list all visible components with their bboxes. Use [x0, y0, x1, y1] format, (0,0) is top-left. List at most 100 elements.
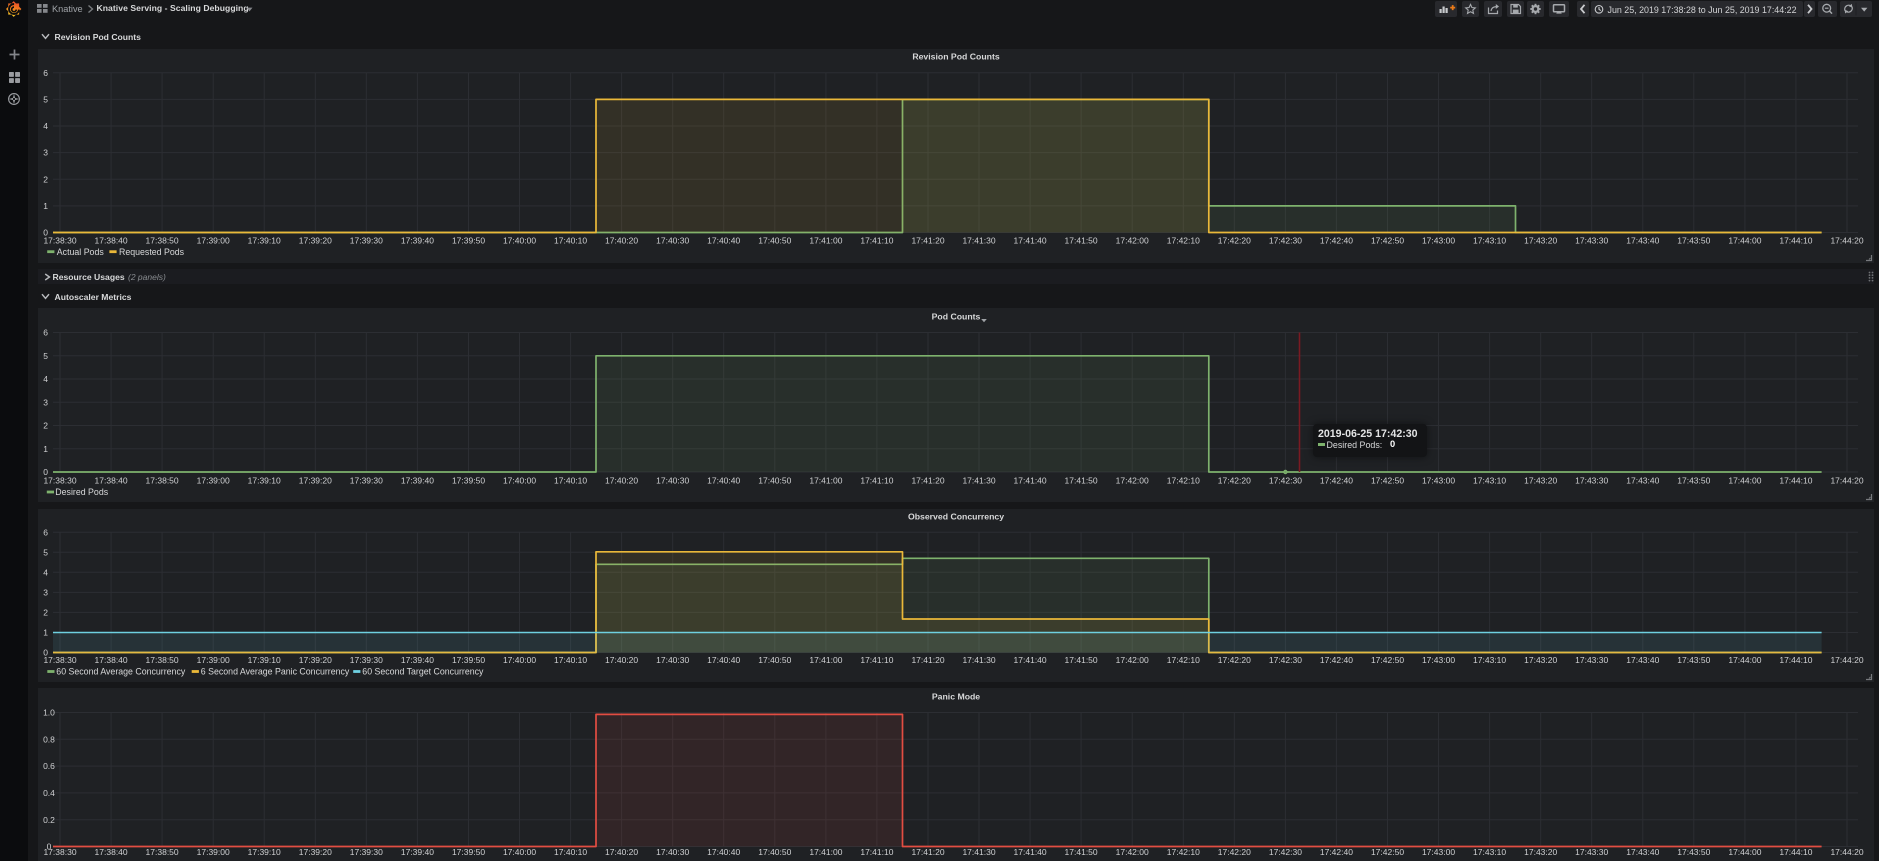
svg-text:17:42:30: 17:42:30: [1269, 655, 1302, 665]
svg-text:17:40:40: 17:40:40: [707, 476, 740, 486]
svg-text:17:44:10: 17:44:10: [1779, 476, 1812, 486]
svg-text:17:39:40: 17:39:40: [401, 476, 434, 486]
svg-text:Observed Concurrency: Observed Concurrency: [908, 512, 1004, 522]
svg-text:17:41:10: 17:41:10: [860, 847, 893, 857]
svg-text:17:40:20: 17:40:20: [605, 847, 638, 857]
svg-text:17:44:00: 17:44:00: [1728, 655, 1761, 665]
svg-text:17:39:10: 17:39:10: [248, 235, 281, 245]
svg-text:17:41:30: 17:41:30: [962, 847, 995, 857]
svg-text:17:38:30: 17:38:30: [43, 476, 76, 486]
svg-text:17:39:30: 17:39:30: [350, 847, 383, 857]
svg-text:17:40:20: 17:40:20: [605, 476, 638, 486]
svg-text:17:40:30: 17:40:30: [656, 847, 689, 857]
svg-text:17:39:40: 17:39:40: [401, 655, 434, 665]
svg-text:0.4: 0.4: [43, 788, 55, 798]
svg-text:17:43:40: 17:43:40: [1626, 476, 1659, 486]
svg-text:17:42:20: 17:42:20: [1218, 847, 1251, 857]
svg-text:Desired Pods: Desired Pods: [55, 487, 108, 497]
svg-text:17:40:30: 17:40:30: [656, 655, 689, 665]
svg-text:17:43:20: 17:43:20: [1524, 847, 1557, 857]
svg-text:2: 2: [43, 421, 48, 431]
svg-text:17:40:10: 17:40:10: [554, 476, 587, 486]
svg-text:17:43:20: 17:43:20: [1524, 655, 1557, 665]
svg-text:17:39:00: 17:39:00: [197, 476, 230, 486]
svg-text:17:38:50: 17:38:50: [146, 847, 179, 857]
svg-text:17:42:40: 17:42:40: [1320, 476, 1353, 486]
svg-text:17:43:10: 17:43:10: [1473, 235, 1506, 245]
svg-text:17:43:00: 17:43:00: [1422, 235, 1455, 245]
svg-text:17:39:20: 17:39:20: [299, 476, 332, 486]
svg-text:17:41:00: 17:41:00: [809, 847, 842, 857]
svg-text:17:43:40: 17:43:40: [1626, 655, 1659, 665]
svg-text:17:38:30: 17:38:30: [43, 235, 76, 245]
svg-text:17:40:30: 17:40:30: [656, 476, 689, 486]
svg-text:1.0: 1.0: [43, 708, 55, 718]
svg-text:17:41:20: 17:41:20: [911, 847, 944, 857]
svg-text:17:43:20: 17:43:20: [1524, 235, 1557, 245]
svg-text:17:39:30: 17:39:30: [350, 655, 383, 665]
svg-text:17:42:20: 17:42:20: [1218, 655, 1251, 665]
svg-text:17:43:00: 17:43:00: [1422, 655, 1455, 665]
svg-text:17:41:10: 17:41:10: [860, 655, 893, 665]
svg-text:17:42:00: 17:42:00: [1116, 235, 1149, 245]
svg-text:5: 5: [43, 351, 48, 361]
svg-text:17:41:30: 17:41:30: [962, 655, 995, 665]
svg-text:Requested Pods: Requested Pods: [119, 247, 185, 257]
svg-text:17:38:50: 17:38:50: [146, 476, 179, 486]
svg-text:17:39:50: 17:39:50: [452, 847, 485, 857]
svg-text:6 Second Average Panic Concurr: 6 Second Average Panic Concurrency: [201, 667, 350, 677]
svg-text:17:40:40: 17:40:40: [707, 235, 740, 245]
svg-text:17:43:30: 17:43:30: [1575, 847, 1608, 857]
svg-text:17:41:50: 17:41:50: [1065, 476, 1098, 486]
svg-text:0.6: 0.6: [43, 761, 55, 771]
svg-text:17:40:50: 17:40:50: [758, 476, 791, 486]
svg-text:17:41:40: 17:41:40: [1014, 476, 1047, 486]
svg-text:17:43:50: 17:43:50: [1677, 476, 1710, 486]
svg-text:17:41:40: 17:41:40: [1014, 235, 1047, 245]
svg-text:Actual Pods: Actual Pods: [57, 247, 105, 257]
svg-text:17:41:50: 17:41:50: [1065, 847, 1098, 857]
svg-text:1: 1: [43, 444, 48, 454]
svg-text:17:40:00: 17:40:00: [503, 847, 536, 857]
svg-text:17:39:20: 17:39:20: [299, 847, 332, 857]
svg-text:Panic Mode: Panic Mode: [932, 692, 980, 702]
svg-text:17:38:40: 17:38:40: [95, 655, 128, 665]
svg-text:17:42:30: 17:42:30: [1269, 476, 1302, 486]
svg-text:17:39:40: 17:39:40: [401, 847, 434, 857]
svg-text:17:43:20: 17:43:20: [1524, 476, 1557, 486]
svg-text:3: 3: [43, 148, 48, 158]
svg-text:17:41:10: 17:41:10: [860, 476, 893, 486]
svg-text:17:41:30: 17:41:30: [962, 235, 995, 245]
svg-text:17:42:50: 17:42:50: [1371, 476, 1404, 486]
svg-text:17:39:10: 17:39:10: [248, 655, 281, 665]
svg-text:3: 3: [43, 397, 48, 407]
svg-text:17:44:00: 17:44:00: [1728, 847, 1761, 857]
svg-text:60 Second Average Concurrency: 60 Second Average Concurrency: [56, 667, 186, 677]
svg-text:17:43:10: 17:43:10: [1473, 847, 1506, 857]
svg-text:1: 1: [43, 628, 48, 638]
svg-text:17:41:00: 17:41:00: [809, 235, 842, 245]
svg-text:17:40:00: 17:40:00: [503, 476, 536, 486]
svg-text:17:42:50: 17:42:50: [1371, 847, 1404, 857]
svg-text:17:39:00: 17:39:00: [197, 847, 230, 857]
svg-text:17:40:40: 17:40:40: [707, 655, 740, 665]
svg-text:17:39:20: 17:39:20: [299, 655, 332, 665]
svg-text:17:41:20: 17:41:20: [911, 235, 944, 245]
svg-text:17:43:40: 17:43:40: [1626, 235, 1659, 245]
svg-text:17:39:10: 17:39:10: [248, 847, 281, 857]
svg-text:0.2: 0.2: [43, 815, 55, 825]
svg-text:17:38:50: 17:38:50: [146, 235, 179, 245]
svg-text:17:42:30: 17:42:30: [1269, 235, 1302, 245]
svg-text:17:40:10: 17:40:10: [554, 235, 587, 245]
svg-text:17:41:00: 17:41:00: [809, 476, 842, 486]
svg-text:17:43:30: 17:43:30: [1575, 235, 1608, 245]
svg-text:17:43:50: 17:43:50: [1677, 235, 1710, 245]
svg-text:17:42:00: 17:42:00: [1116, 476, 1149, 486]
svg-text:17:44:20: 17:44:20: [1830, 847, 1863, 857]
svg-text:17:41:40: 17:41:40: [1014, 847, 1047, 857]
svg-text:17:40:10: 17:40:10: [554, 655, 587, 665]
svg-text:17:38:40: 17:38:40: [95, 847, 128, 857]
svg-text:17:39:30: 17:39:30: [350, 476, 383, 486]
svg-text:6: 6: [43, 68, 48, 78]
svg-text:5: 5: [43, 95, 48, 105]
